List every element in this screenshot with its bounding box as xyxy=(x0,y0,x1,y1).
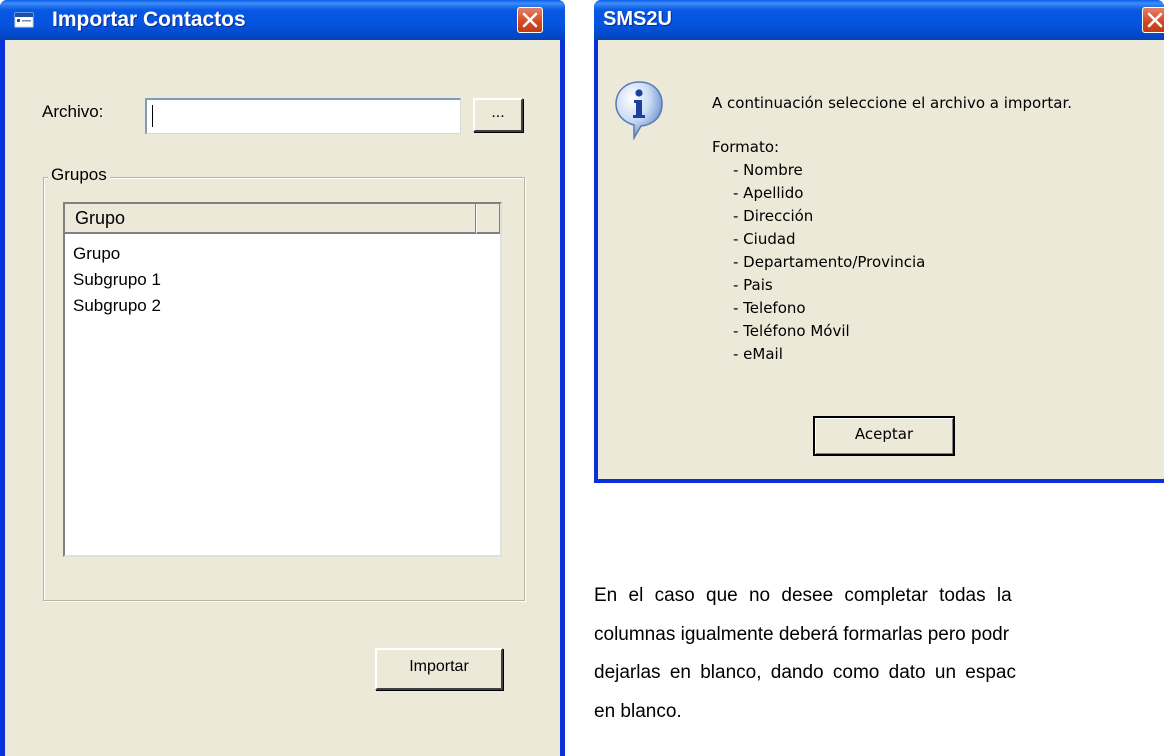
title-bar[interactable]: Importar Contactos xyxy=(0,0,565,40)
groups-listview[interactable]: Grupo Grupo Subgrupo 1 Subgrupo 2 xyxy=(63,202,502,557)
list-item[interactable]: Subgrupo 2 xyxy=(73,296,161,316)
import-button[interactable]: Importar xyxy=(375,648,503,690)
column-header-grupo[interactable]: Grupo xyxy=(65,204,476,234)
column-header-filler xyxy=(476,204,500,234)
format-field: - Pais xyxy=(733,276,773,294)
text-caret xyxy=(152,105,153,127)
paragraph-line: En el caso que no desee completar todas … xyxy=(594,585,1012,606)
format-field: - Teléfono Móvil xyxy=(733,322,850,340)
paragraph-line: en blanco. xyxy=(594,700,682,722)
format-field: - Nombre xyxy=(733,161,803,179)
format-label: Formato: xyxy=(712,138,780,156)
app-window-icon xyxy=(14,12,34,33)
browse-button-label: ... xyxy=(491,104,505,121)
close-button[interactable] xyxy=(517,7,543,33)
close-icon xyxy=(1147,12,1163,28)
list-item[interactable]: Subgrupo 1 xyxy=(73,270,161,290)
format-field: - Dirección xyxy=(733,207,814,225)
sms2u-message-box: SMS2U A continuación seleccione el archi… xyxy=(594,0,1164,483)
paragraph-line: dejarlas en blanco, dando como dato un e… xyxy=(594,662,1016,683)
file-label: Archivo: xyxy=(42,102,104,121)
close-button[interactable] xyxy=(1142,7,1164,33)
paragraph-line: columnas igualmente deberá formarlas per… xyxy=(594,623,1010,645)
format-field: - Ciudad xyxy=(733,230,796,248)
import-button-label: Importar xyxy=(409,658,469,675)
intro-text: A continuación seleccione el archivo a i… xyxy=(712,94,1073,112)
close-icon xyxy=(522,12,538,28)
accept-button[interactable]: Aceptar xyxy=(813,416,955,456)
format-field: - eMail xyxy=(733,345,783,363)
groups-legend: Grupos xyxy=(48,165,110,185)
window-title: Importar Contactos xyxy=(52,8,246,31)
window-title: SMS2U xyxy=(603,8,672,30)
format-field: - Departamento/Provincia xyxy=(733,253,926,271)
title-bar[interactable]: SMS2U xyxy=(594,0,1164,40)
format-field: - Telefono xyxy=(733,299,806,317)
accept-button-label: Aceptar xyxy=(854,425,914,443)
browse-button[interactable]: ... xyxy=(473,98,523,132)
format-field: - Apellido xyxy=(733,184,804,202)
file-path-input[interactable] xyxy=(145,98,461,134)
list-item[interactable]: Grupo xyxy=(73,244,120,264)
message-body: A continuación seleccione el archivo a i… xyxy=(598,40,1164,479)
dialog-body: Archivo: ... Grupos Grupo Grupo Subgrupo… xyxy=(5,40,560,756)
document-paragraph: En el caso que no desee completar todas … xyxy=(594,577,1164,731)
import-contacts-dialog: Importar Contactos Archivo: ... Grupos G… xyxy=(0,0,565,756)
groups-groupbox: Grupos Grupo Grupo Subgrupo 1 Subgrupo 2 xyxy=(43,165,525,601)
info-icon xyxy=(614,80,664,145)
column-header-label: Grupo xyxy=(75,208,126,228)
